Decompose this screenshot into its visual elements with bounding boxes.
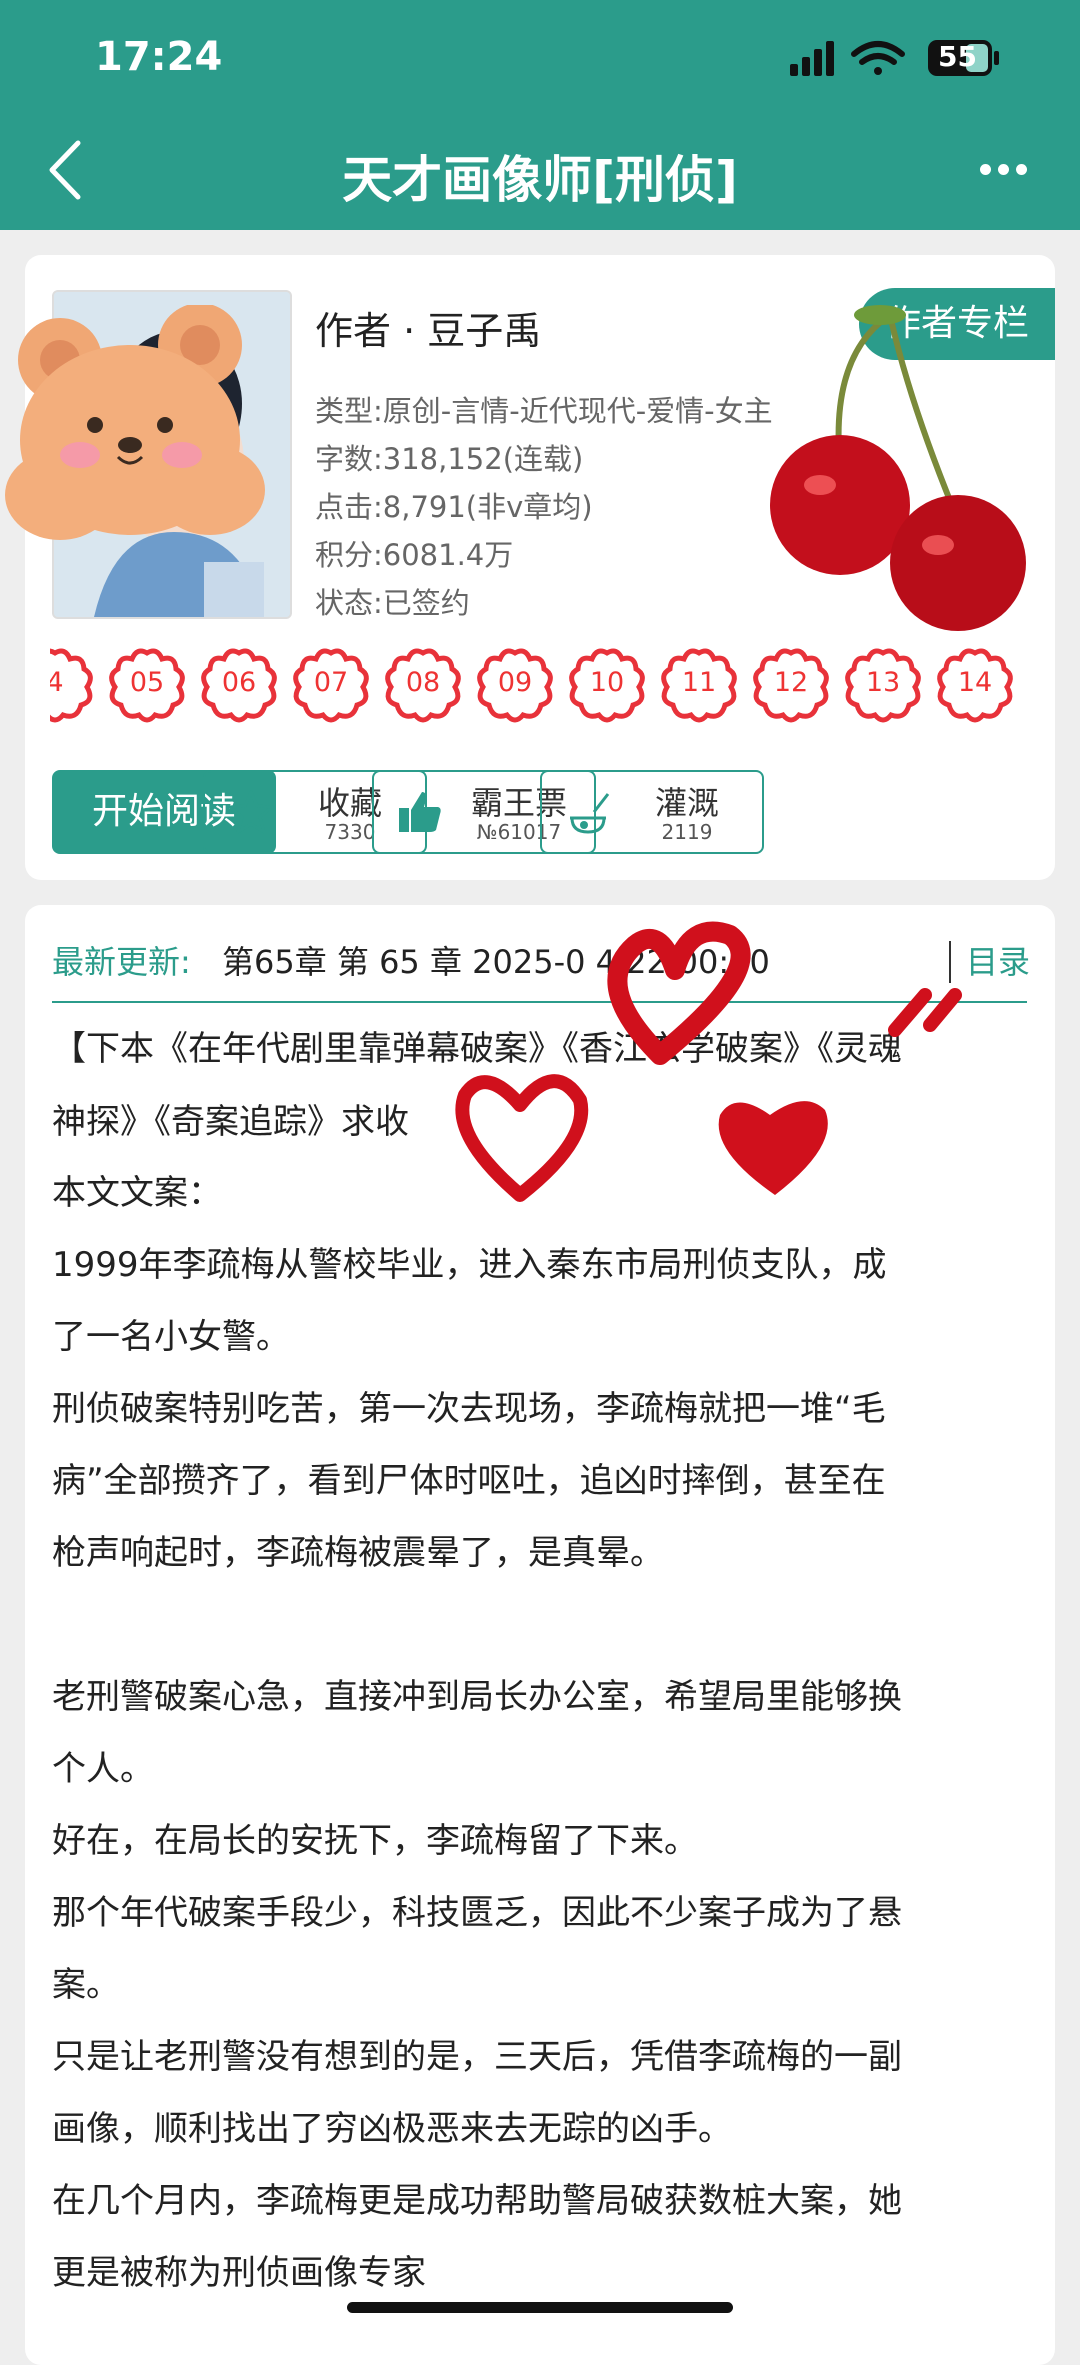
watering-can-icon	[570, 793, 610, 834]
synopsis-line: 那个年代破案手段少，科技匮乏，因此不少案子成为了悬	[52, 1893, 902, 1933]
water-count: 2119	[661, 820, 713, 844]
book-info-card: 作者 · 豆子禹 作者专栏 类型:原创-言情-近代现代-爱情-女主 字数:318…	[5, 255, 1055, 880]
chapter-badge[interactable]: 4	[50, 645, 95, 725]
chapter-badge[interactable]: 13	[843, 645, 923, 725]
author-name[interactable]: 作者 · 豆子禹	[315, 300, 541, 355]
chapter-number: 09	[497, 667, 533, 698]
chapter-strip[interactable]: 4 05 06 07 08 09 10 11 12 13 14	[50, 645, 1050, 725]
chapter-number: 08	[405, 667, 441, 698]
thumbs-up-icon	[399, 792, 441, 832]
genre: 类型:原创-言情-近代现代-爱情-女主	[315, 394, 773, 428]
synopsis-line: 老刑警破案心急，直接冲到局长办公室，希望局里能够换	[52, 1677, 902, 1717]
synopsis-line: 病”全部攒齐了，看到尸体时呕吐，追凶时摔倒，甚至在	[52, 1461, 886, 1501]
synopsis-line: 枪声响起时，李疏梅被震晕了，是真晕。	[52, 1533, 664, 1573]
app-header: 17:24 55 天才画像师[刑侦]	[0, 0, 1080, 230]
more-icon	[980, 164, 991, 175]
star-icon	[228, 790, 274, 834]
chapter-badge[interactable]: 12	[751, 645, 831, 725]
chapter-number: 06	[221, 667, 257, 698]
synopsis-line: 案。	[52, 1965, 120, 2005]
status-icons: 55	[790, 38, 1040, 78]
chapter-badge[interactable]: 06	[199, 645, 279, 725]
wifi-icon	[851, 41, 905, 75]
content-card: 最新更新: 第65章 第 65 章 2025-0 4 22:00:00 目录 【…	[25, 905, 1055, 2365]
divider	[52, 1001, 1027, 1003]
chapter-number: 05	[129, 667, 165, 698]
battery-level: 55	[938, 40, 977, 73]
chapter-number: 4	[50, 667, 64, 698]
synopsis-line: 1999年李疏梅从警校毕业，进入秦东市局刑侦支队，成	[52, 1245, 887, 1285]
table-of-contents-link[interactable]: 目录	[966, 937, 1030, 983]
synopsis-line: 刑侦破案特别吃苦，第一次去现场，李疏梅就把一堆“毛	[52, 1389, 886, 1429]
water-button[interactable]: 灌溉 2119	[540, 770, 764, 854]
chapter-number: 07	[313, 667, 349, 698]
chevron-left-icon	[49, 140, 81, 200]
page-title: 天才画像师[刑侦]	[342, 151, 738, 209]
word-count: 字数:318,152(连载)	[315, 442, 584, 476]
status-time: 17:24	[95, 34, 223, 80]
chapter-number: 12	[773, 667, 809, 698]
bear-sticker	[5, 305, 265, 540]
chapter-number: 13	[865, 667, 901, 698]
chapter-number: 10	[589, 667, 625, 698]
heart-sticker-small	[888, 988, 962, 1037]
chapter-badge[interactable]: 09	[475, 645, 555, 725]
cherry-sticker	[770, 305, 1026, 631]
latest-update-label: 最新更新:	[52, 943, 191, 981]
synopsis-line: 更是被称为刑侦画像专家	[52, 2253, 426, 2293]
signal-icon	[790, 41, 834, 76]
water-label: 灌溉	[654, 784, 719, 822]
chapter-number: 14	[957, 667, 993, 698]
score: 积分:6081.4万	[315, 538, 514, 572]
synopsis-line: 在几个月内，李疏梅更是成功帮助警局破获数桩大案，她	[52, 2181, 902, 2221]
synopsis-line: 个人。	[52, 1749, 154, 1789]
synopsis-line: 画像，顺利找出了穷凶极恶来去无踪的凶手。	[52, 2109, 732, 2149]
chapter-number: 11	[681, 667, 717, 698]
chapter-badge[interactable]: 05	[107, 645, 187, 725]
chapter-badge[interactable]: 11	[659, 645, 739, 725]
heart-outline-sticker	[455, 1074, 589, 1202]
chapter-badge[interactable]: 08	[383, 645, 463, 725]
chapter-badge[interactable]: 07	[291, 645, 371, 725]
heart-sticker	[607, 921, 751, 1065]
sign-status: 状态:已签约	[315, 586, 470, 620]
synopsis-line: 只是让老刑警没有想到的是，三天后，凭借李疏梅的一副	[52, 2037, 902, 2077]
home-indicator[interactable]	[347, 2302, 733, 2313]
synopsis-line: 了一名小女警。	[52, 1317, 290, 1357]
separator	[949, 941, 951, 983]
chapter-badge[interactable]: 14	[935, 645, 1015, 725]
heart-filled-sticker	[718, 1101, 828, 1195]
click-count: 点击:8,791(非v章均)	[315, 490, 593, 524]
chapter-badge[interactable]: 10	[567, 645, 647, 725]
synopsis-line: 好在，在局长的安抚下，李疏梅留了下来。	[52, 1821, 698, 1861]
more-button[interactable]	[980, 160, 1040, 180]
back-button[interactable]	[40, 135, 90, 205]
